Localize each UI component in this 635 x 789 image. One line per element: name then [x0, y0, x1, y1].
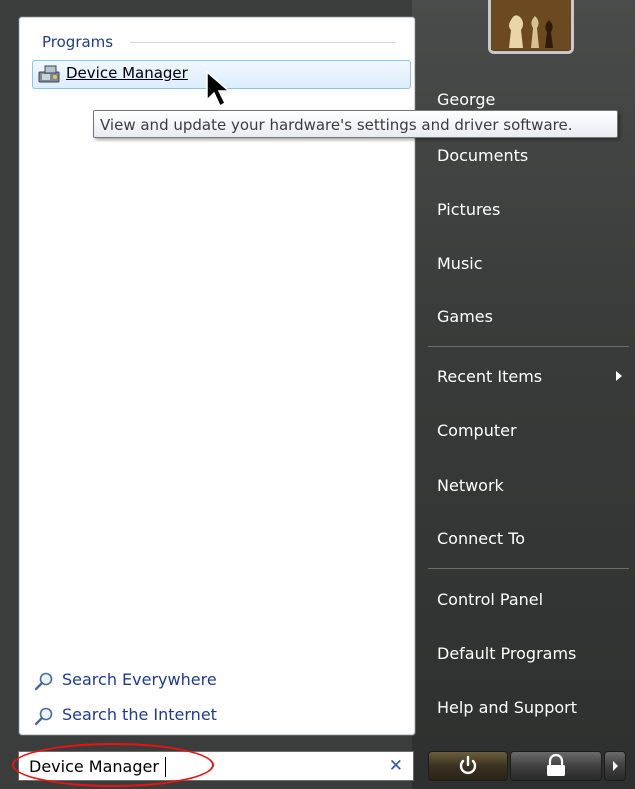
- nav-separator: [428, 568, 629, 569]
- mouse-cursor-icon: [206, 70, 232, 108]
- nav-network[interactable]: Network: [437, 476, 504, 495]
- result-label[interactable]: Device Manager: [66, 64, 188, 82]
- nav-games[interactable]: Games: [437, 307, 493, 326]
- nav-control-panel[interactable]: Control Panel: [437, 590, 543, 609]
- nav-recent-items[interactable]: Recent Items: [437, 367, 542, 386]
- tooltip: View and update your hardware's settings…: [93, 110, 618, 138]
- search-internet-label[interactable]: Search the Internet: [62, 703, 217, 727]
- nav-help-and-support[interactable]: Help and Support: [437, 698, 577, 717]
- header-divider: [130, 42, 396, 43]
- nav-pictures[interactable]: Pictures: [437, 200, 500, 219]
- magnifier-icon: [34, 707, 53, 726]
- lock-button[interactable]: [510, 751, 602, 781]
- chess-pieces-icon: [491, 0, 571, 50]
- nav-separator: [428, 346, 629, 347]
- device-manager-icon: [38, 65, 60, 83]
- search-everywhere-label[interactable]: Search Everywhere: [62, 668, 217, 692]
- arrow-right-icon: [613, 761, 618, 771]
- magnifier-icon: [34, 672, 53, 691]
- annotation-highlight: [12, 743, 214, 787]
- nav-connect-to[interactable]: Connect To: [437, 529, 525, 548]
- programs-header: Programs: [42, 33, 114, 51]
- clear-search-icon[interactable]: ✕: [389, 756, 403, 776]
- nav-computer[interactable]: Computer: [437, 421, 517, 440]
- nav-documents[interactable]: Documents: [437, 146, 528, 165]
- power-button[interactable]: [428, 751, 508, 781]
- nav-george[interactable]: George: [437, 90, 495, 109]
- lock-icon: [547, 753, 565, 776]
- nav-music[interactable]: Music: [437, 254, 483, 273]
- more-options-button[interactable]: [604, 751, 626, 781]
- power-icon: [459, 755, 477, 775]
- user-picture[interactable]: [488, 0, 574, 54]
- nav-default-programs[interactable]: Default Programs: [437, 644, 576, 663]
- submenu-arrow-icon: [616, 371, 622, 381]
